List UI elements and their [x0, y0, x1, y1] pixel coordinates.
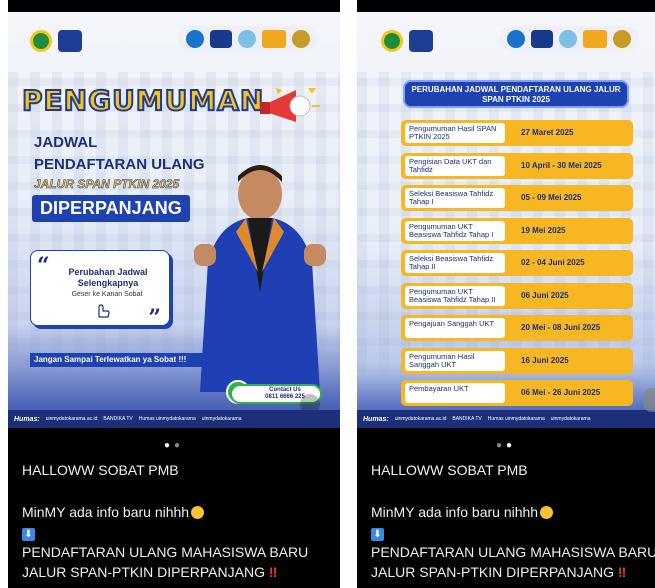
footer-bar: Humas: uinmydatokarama.ac.id BANDIKA TV … — [357, 410, 655, 428]
footer-facebook: Humas uinmydatokarama — [138, 416, 196, 422]
schedule-row: Seleksi Beasiswa Tahfidz Tahap II 02 - 04… — [401, 250, 633, 276]
post-caption: HALLOWW SOBAT PMB MinMY ada info baru ni… — [371, 460, 655, 582]
schedule-date: 16 Juni 2025 — [521, 355, 569, 365]
footer-website: uinmydatokarama.ac.id — [394, 416, 447, 422]
schedule-date: 05 - 09 Mei 2025 — [521, 193, 582, 202]
schedule-list: Pengumuman Hasil SPAN PTKIN 2025 27 Maret… — [401, 120, 633, 413]
exclamation-emoji-icon: ‼ — [268, 564, 278, 580]
schedule-date: 06 Mei - 26 Juni 2025 — [521, 388, 601, 397]
caption-greeting: HALLOWW SOBAT PMB — [371, 462, 528, 478]
footer-facebook: Humas uinmydatokarama — [487, 416, 545, 422]
caption-line2: PENDAFTARAN ULANG MAHASISWA BARU — [371, 544, 655, 560]
certification-badges — [499, 26, 639, 52]
subtitle-line1: JADWAL — [34, 134, 98, 151]
institution-logos — [30, 30, 82, 52]
schedule-label: Seleksi Beasiswa Tahfidz Tahap I — [405, 188, 505, 208]
schedule-row: Pembayaran UKT 06 Mei - 26 Juni 2025 — [401, 380, 633, 406]
caption-greeting: HALLOWW SOBAT PMB — [22, 462, 179, 478]
footer-tv: BANDIKA TV — [103, 416, 133, 422]
post-image-schedule[interactable]: PERUBAHAN JADWAL PENDAFTARAN ULANG JALUR… — [357, 12, 655, 428]
quote-open-icon: “ — [37, 253, 50, 279]
carousel-indicator: ●● — [495, 440, 517, 451]
iso-badge — [210, 30, 232, 48]
carousel-indicator: ●● — [163, 440, 185, 451]
schedule-date: 27 Maret 2025 — [521, 128, 574, 137]
presenter-photo — [194, 165, 326, 392]
face-emoji-icon — [540, 506, 554, 519]
uin-logo — [409, 30, 433, 52]
schedule-row: Pengumuman UKT Beasiswa Tahfidz Tahap II… — [401, 282, 633, 309]
subtitle-line2: PENDAFTARAN ULANG — [34, 156, 205, 173]
kemenag-logo — [30, 30, 52, 52]
halal-badge — [559, 30, 577, 48]
berakhlak-badge — [583, 30, 607, 48]
post-caption: HALLOWW SOBAT PMB MinMY ada info baru ni… — [22, 460, 308, 582]
quote-subtitle: Geser ke Kanan Sobat — [71, 291, 143, 298]
subtitle-line3: JALUR SPAN PTKIN 2025 — [34, 177, 180, 192]
post-image-announcement[interactable]: PENGUMUMAN JADWAL PENDAFTARAN ULANG JALU… — [8, 12, 340, 428]
footer-website: uinmydatokarama.ac.id — [45, 416, 98, 422]
megaphone-icon — [260, 88, 320, 122]
schedule-date: 19 Mei 2025 — [521, 225, 566, 235]
accreditation-badge — [292, 30, 310, 48]
footer-tv: BANDIKA TV — [452, 416, 482, 422]
schedule-row: Pengisian Data UKT dan Tahfidz 10 April -… — [401, 152, 633, 179]
down-arrow-emoji-icon: ⬇ — [371, 528, 384, 541]
caption-line1: MinMY ada info baru nihhh — [371, 504, 539, 520]
caption-line3: JALUR SPAN-PTKIN DIPERPANJANG — [371, 564, 614, 580]
caption-line2: PENDAFTARAN ULANG MAHASISWA BARU — [22, 544, 309, 560]
schedule-date: 06 Juni 2025 — [521, 290, 569, 300]
schedule-label: Seleksi Beasiswa Tahfidz Tahap II — [405, 253, 505, 273]
caption-line1: MinMY ada info baru nihhh — [22, 504, 190, 520]
schedule-label: Pembayaran UKT — [405, 383, 505, 403]
footer-social: uinmydatokarama — [550, 416, 591, 422]
schedule-title: PERUBAHAN JADWAL PENDAFTARAN ULANG JALUR… — [403, 80, 629, 108]
quote-title: Perubahan Jadwal Selengkapnya — [68, 267, 148, 288]
quote-close-icon: ” — [148, 305, 161, 331]
carousel-scroll-handle[interactable] — [643, 388, 655, 412]
accreditation-badge — [613, 30, 631, 48]
post-panel-left: PENGUMUMAN JADWAL PENDAFTARAN ULANG JALU… — [8, 0, 340, 588]
schedule-label: Pengumuman Hasil Sanggah UKT — [405, 350, 505, 371]
schedule-row: Pengumuman Hasil SPAN PTKIN 2025 27 Maret… — [401, 120, 633, 146]
contact-label: Contact Us — [269, 387, 301, 393]
schedule-row: Pengajuan Sanggah UKT 20 Mei - 08 Juni 20… — [401, 315, 633, 341]
schedule-date: 20 Mei - 08 Juni 2025 — [521, 323, 601, 332]
caption-line3: JALUR SPAN-PTKIN DIPERPANJANG — [22, 564, 265, 580]
schedule-row: Pengumuman Hasil Sanggah UKT 16 Juni 2025 — [401, 347, 633, 374]
quote-card: “ Perubahan Jadwal Selengkapnya Geser ke… — [30, 250, 170, 331]
schedule-row: Pengumuman UKT Beasiswa Tahfidz Tahap I 1… — [401, 217, 633, 244]
exclamation-emoji-icon: ‼ — [617, 564, 627, 580]
face-emoji-icon — [191, 506, 205, 519]
down-arrow-emoji-icon: ⬇ — [22, 528, 35, 541]
footer-bar: Humas: uinmydatokarama.ac.id BANDIKA TV … — [8, 410, 340, 428]
status-badge: DIPERPANJANG — [32, 195, 190, 222]
schedule-label: Pengumuman UKT Beasiswa Tahfidz Tahap I — [405, 220, 505, 241]
schedule-label: Pengajuan Sanggah UKT — [405, 318, 505, 338]
headline: PENGUMUMAN — [21, 83, 265, 118]
footer-humas: Humas: — [14, 415, 40, 423]
uin-logo — [58, 30, 82, 52]
schedule-row: Seleksi Beasiswa Tahfidz Tahap I 05 - 09 … — [401, 185, 633, 211]
schedule-label: Pengumuman Hasil SPAN PTKIN 2025 — [405, 123, 505, 143]
schedule-date: 02 - 04 Juni 2025 — [521, 258, 585, 267]
berakhlak-badge — [262, 30, 286, 48]
kemenag-logo — [381, 30, 403, 52]
footer-humas: Humas: — [363, 415, 389, 423]
footer-social: uinmydatokarama — [201, 416, 242, 422]
certification-badges — [178, 26, 318, 52]
institution-logos — [381, 30, 433, 52]
iso-badge — [531, 30, 553, 48]
schedule-date: 10 April - 30 Mei 2025 — [521, 160, 602, 170]
halal-badge — [238, 30, 256, 48]
schedule-label: Pengumuman UKT Beasiswa Tahfidz Tahap II — [405, 285, 505, 306]
post-panel-right: PERUBAHAN JADWAL PENDAFTARAN ULANG JALUR… — [357, 0, 655, 588]
blu-badge — [507, 30, 525, 48]
blu-badge — [186, 30, 204, 48]
swipe-hand-icon — [98, 304, 110, 318]
schedule-label: Pengisian Data UKT dan Tahfidz — [405, 155, 505, 176]
